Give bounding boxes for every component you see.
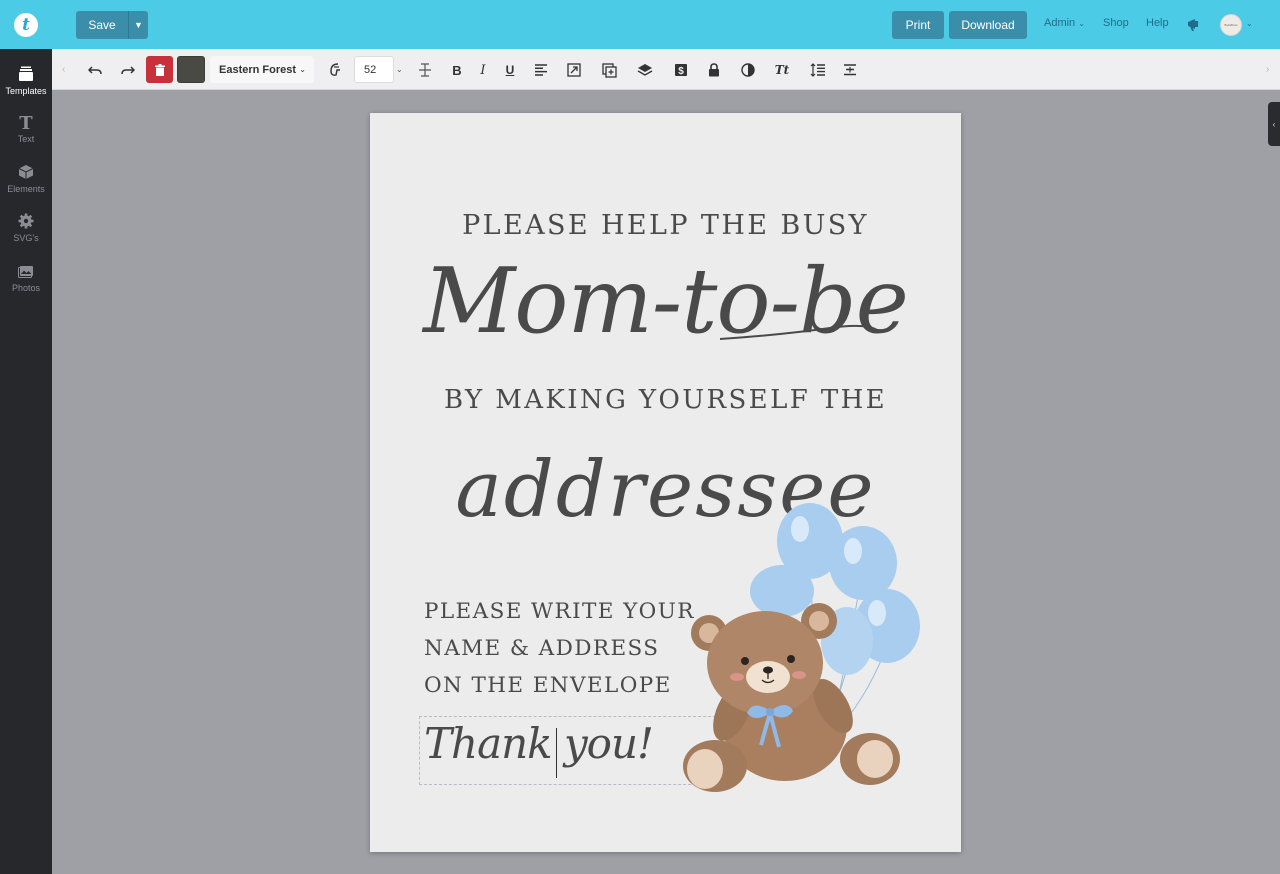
save-button[interactable]: Save: [76, 11, 128, 39]
font-family-select[interactable]: Eastern Forest ⌄: [210, 56, 314, 83]
templates-icon: [19, 66, 33, 81]
sidebar-item-label: Elements: [7, 184, 45, 194]
app-logo[interactable]: t: [14, 13, 38, 37]
price-tag-icon[interactable]: $: [672, 61, 690, 79]
underline-icon[interactable]: U: [501, 61, 519, 79]
sidebar-item-label: SVG's: [13, 233, 39, 243]
elements-icon: [18, 165, 34, 179]
duplicate-icon[interactable]: [600, 61, 618, 79]
script-thank-you[interactable]: Thank you!: [424, 719, 654, 768]
instruction-text[interactable]: PLEASE WRITE YOUR NAME & ADDRESS ON THE …: [424, 593, 695, 704]
sidebar-item-label: Text: [17, 134, 35, 144]
bold-icon[interactable]: B: [448, 61, 466, 79]
shop-link[interactable]: Shop: [1103, 17, 1129, 29]
design-canvas-page[interactable]: PLEASE HELP THE BUSY Mom-to-be BY MAKING…: [370, 113, 961, 852]
admin-menu[interactable]: Admin ⌄: [1044, 17, 1085, 29]
avatar[interactable]: BellaBoss: [1220, 14, 1242, 36]
layers-icon[interactable]: [636, 61, 654, 79]
toolbar-scroll-right-icon[interactable]: ›: [1266, 64, 1269, 75]
avatar-text: BellaBoss: [1224, 23, 1238, 27]
undo-icon[interactable]: [87, 61, 103, 79]
svg-text:T: T: [19, 113, 33, 131]
sidebar-item-photos[interactable]: Photos: [0, 262, 52, 293]
teddy-bear-balloons-illustration[interactable]: [675, 501, 935, 801]
font-size-value: 52: [364, 63, 377, 76]
headline-line-3[interactable]: BY MAKING YOURSELF THE: [370, 385, 961, 415]
account-chevron-down-icon[interactable]: ⌄: [1246, 19, 1253, 28]
text-icon: T: [19, 113, 33, 131]
sidebar-item-text[interactable]: T Text: [0, 113, 52, 144]
toolbar-scroll-left-icon[interactable]: ‹: [62, 64, 65, 75]
line-height-icon[interactable]: [808, 61, 826, 79]
help-link[interactable]: Help: [1146, 17, 1169, 29]
lock-icon[interactable]: [706, 61, 722, 79]
sidebar-item-label: Photos: [11, 283, 41, 293]
formatting-toolbar: ‹ Eastern Forest ⌄ 52 ⌄ B I U $ Tt ›: [52, 49, 1280, 90]
admin-menu-label: Admin: [1044, 17, 1076, 29]
text-color-swatch[interactable]: [177, 56, 205, 83]
resize-icon[interactable]: [565, 61, 583, 79]
save-options-chevron-down-icon[interactable]: ▼: [128, 11, 148, 39]
font-style-icon[interactable]: [326, 61, 344, 79]
gear-icon: [18, 213, 34, 229]
font-family-value: Eastern Forest: [219, 63, 297, 76]
right-panel-toggle[interactable]: ‹: [1268, 102, 1280, 146]
font-size-chevron-down-icon[interactable]: ⌄: [396, 65, 403, 74]
trash-icon: [154, 63, 165, 76]
print-button[interactable]: Print: [892, 11, 944, 39]
text-cursor: [556, 728, 557, 778]
script-flourish: [720, 324, 878, 340]
headline-line-1[interactable]: PLEASE HELP THE BUSY: [370, 210, 961, 241]
chevron-down-icon: ⌄: [1078, 19, 1085, 28]
top-header: t Save ▼ Print Download Admin ⌄ Shop Help…: [0, 0, 1280, 49]
vertical-align-icon[interactable]: [841, 61, 859, 79]
font-size-input[interactable]: 52: [354, 56, 394, 83]
align-left-icon[interactable]: [532, 61, 550, 79]
sidebar-item-elements[interactable]: Elements: [0, 163, 52, 194]
delete-button[interactable]: [146, 56, 173, 83]
instruction-line: NAME & ADDRESS: [424, 636, 660, 661]
svg-text:$: $: [678, 66, 684, 77]
save-button-group: Save ▼: [76, 11, 148, 39]
sidebar-item-label: Templates: [5, 86, 47, 96]
text-case-icon[interactable]: Tt: [772, 61, 792, 79]
opacity-icon[interactable]: [739, 61, 757, 79]
chevron-down-icon: ⌄: [299, 65, 306, 74]
text-spacing-icon[interactable]: [416, 61, 434, 79]
italic-icon[interactable]: I: [475, 61, 491, 79]
megaphone-icon[interactable]: [1186, 16, 1202, 32]
instruction-line: ON THE ENVELOPE: [424, 673, 672, 698]
sidebar-item-svgs[interactable]: SVG's: [0, 212, 52, 243]
sidebar-item-templates[interactable]: Templates: [0, 65, 52, 96]
photo-icon: [18, 266, 33, 278]
redo-icon[interactable]: [120, 61, 136, 79]
download-button[interactable]: Download: [949, 11, 1027, 39]
left-sidebar: Templates T Text Elements SVG's Photos: [0, 49, 52, 874]
chevron-left-icon: ‹: [1272, 119, 1276, 129]
instruction-line: PLEASE WRITE YOUR: [424, 599, 695, 624]
